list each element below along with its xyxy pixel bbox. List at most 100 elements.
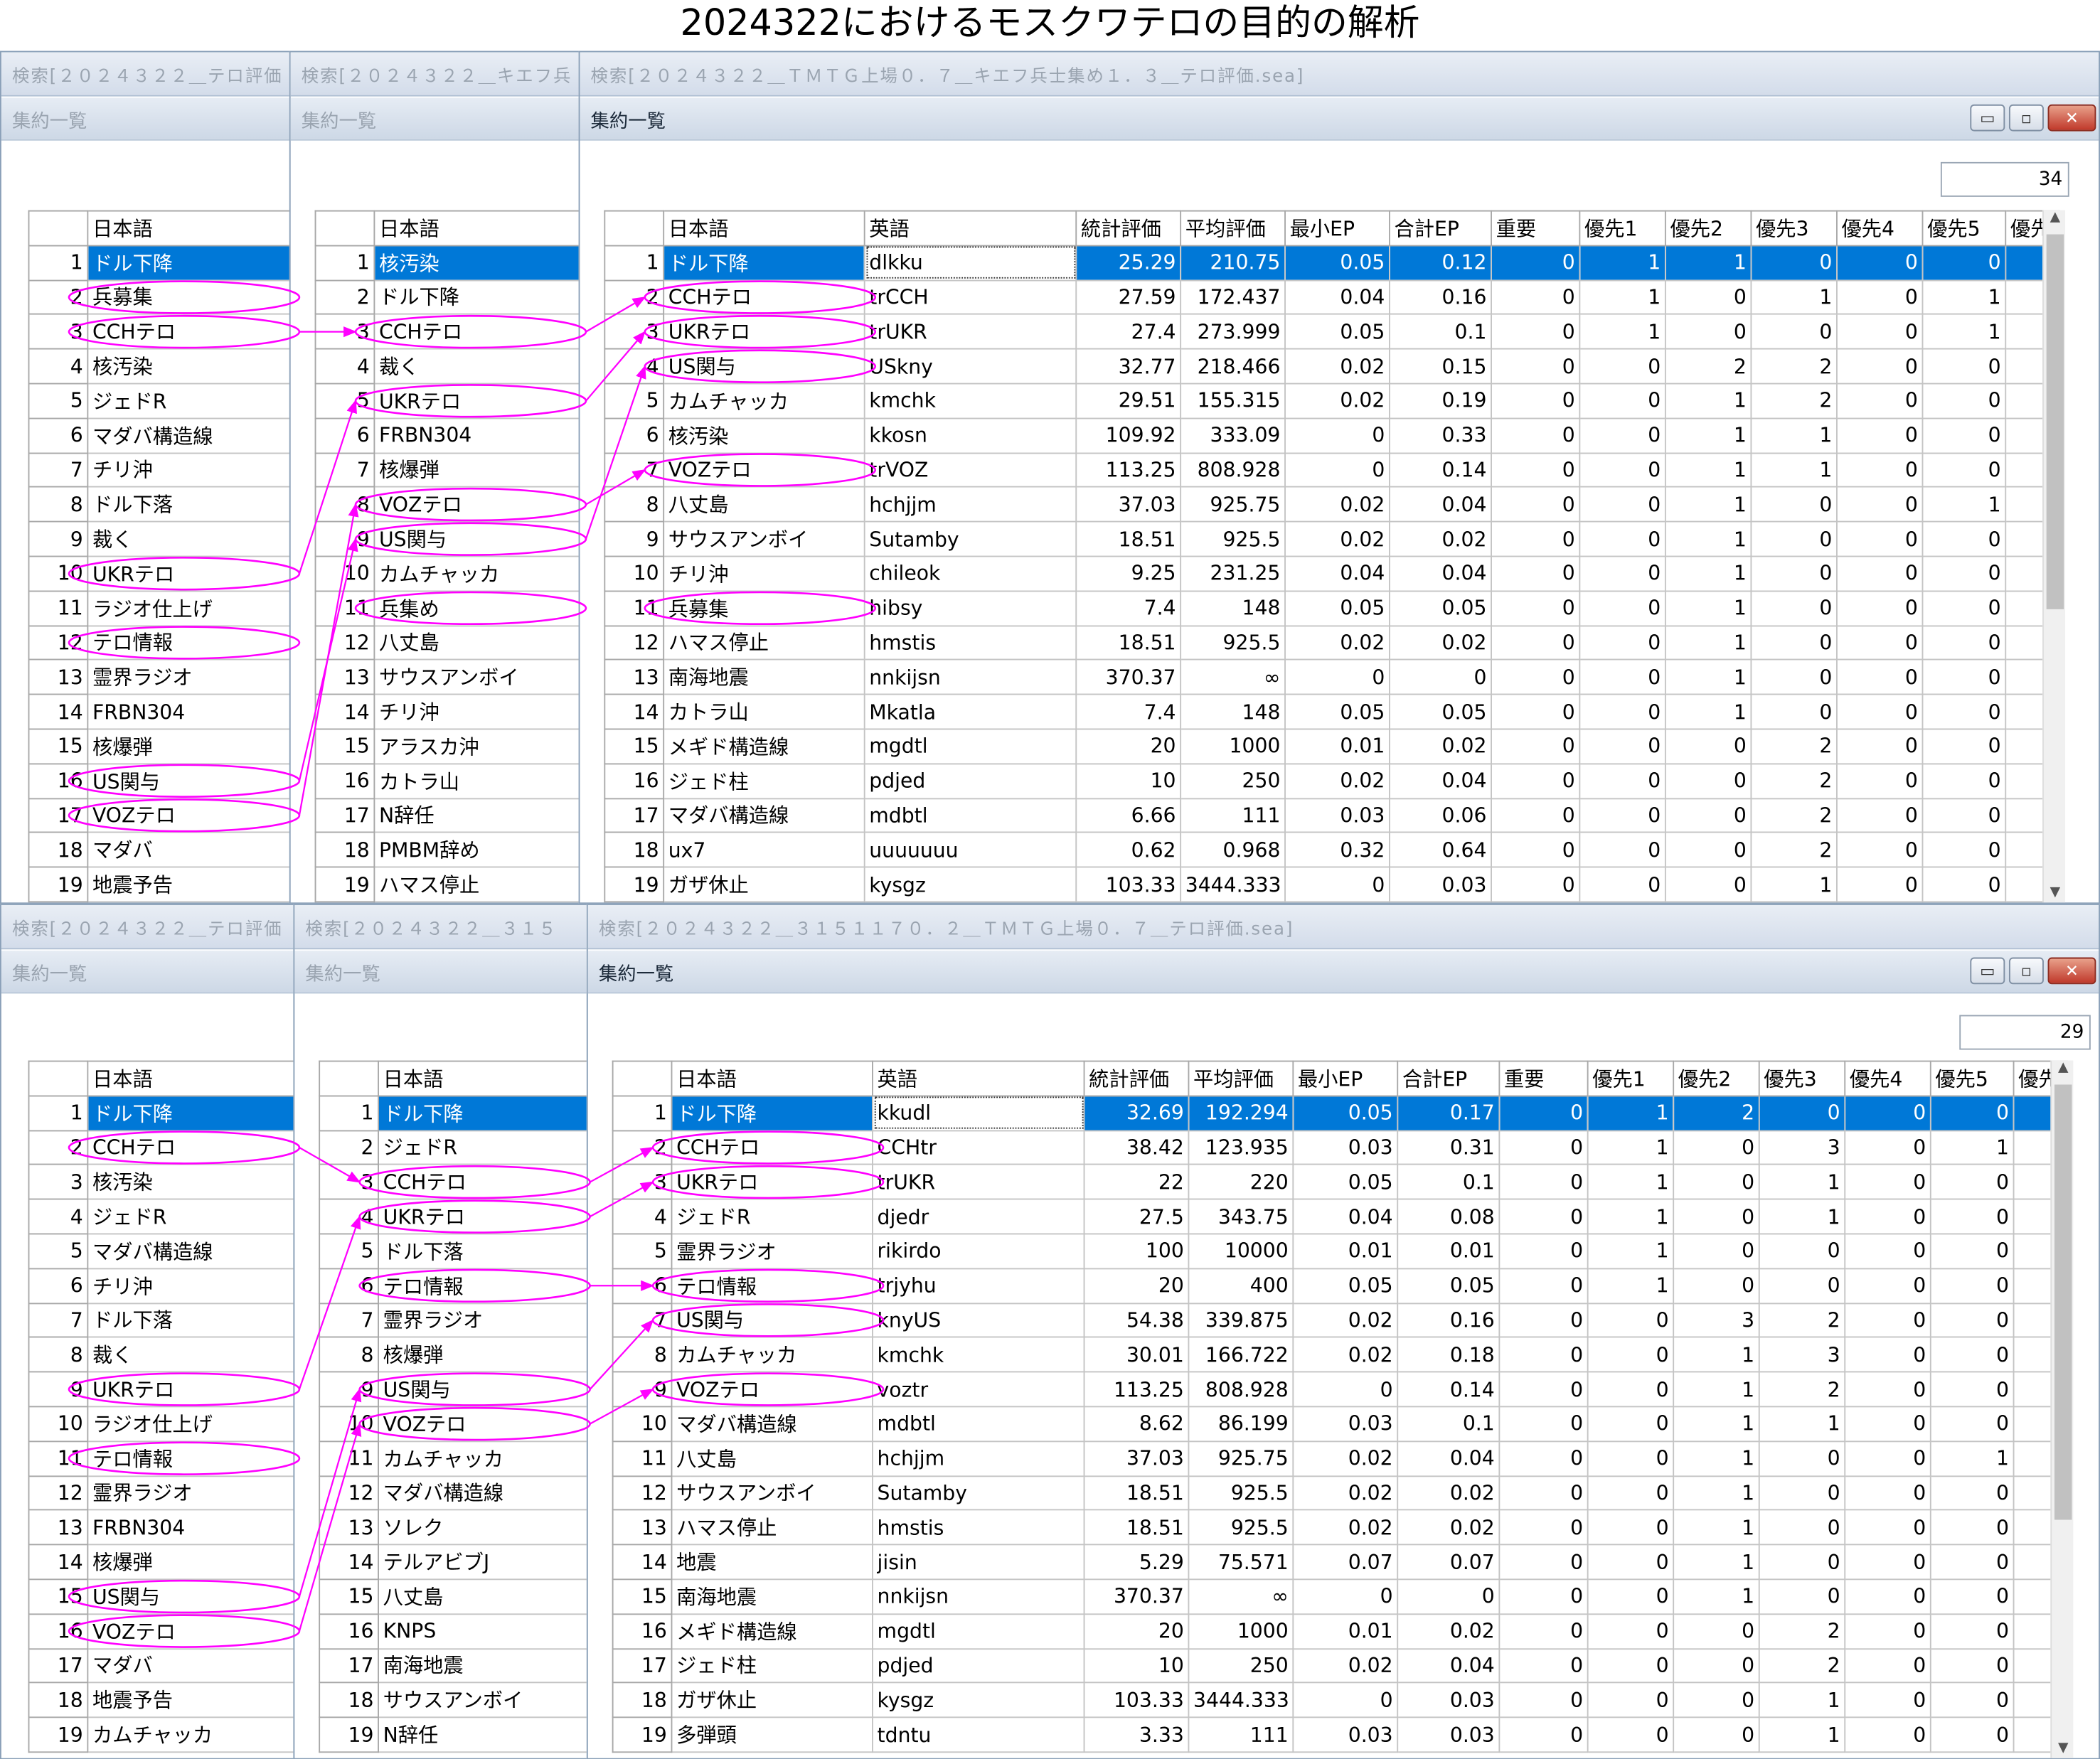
name-cell[interactable]: テルアビブJ [378, 1544, 587, 1581]
value-cell[interactable]: 0 [1758, 1578, 1846, 1615]
english-cell[interactable]: hmstis [863, 624, 1077, 661]
value-cell[interactable]: 1 [1664, 486, 1752, 523]
value-cell[interactable]: 0 [1844, 1544, 1931, 1581]
english-cell[interactable]: trUKR [872, 1164, 1085, 1200]
value-cell[interactable]: 0 [1498, 1337, 1589, 1373]
name-cell[interactable]: 核汚染 [87, 348, 291, 385]
value-cell[interactable]: 0 [1579, 417, 1666, 454]
name-cell[interactable]: VOZテロ [87, 1613, 294, 1650]
value-cell[interactable]: 0 [1922, 383, 2007, 419]
value-cell[interactable]: 0 [1922, 348, 2007, 385]
value-cell[interactable]: 0 [1844, 1129, 1931, 1166]
english-cell[interactable]: mdbtl [863, 797, 1077, 834]
vertical-scrollbar[interactable]: ▲ ▼ [2042, 210, 2066, 903]
name-cell[interactable]: ハマス停止 [671, 1509, 873, 1546]
table-row[interactable]: 15 アラスカ沖 [314, 728, 580, 764]
table-row[interactable]: 1 核汚染 [314, 245, 580, 281]
name-cell[interactable]: テロ情報 [378, 1268, 587, 1304]
value-cell[interactable]: 0.01 [1292, 1613, 1399, 1650]
value-cell[interactable]: 0 [1922, 659, 2007, 695]
value-cell[interactable]: 0 [1929, 1578, 2015, 1615]
value-cell[interactable]: 218.466 [1180, 348, 1286, 385]
value-cell[interactable]: 0.16 [1397, 1302, 1501, 1339]
name-cell[interactable]: ドル下降 [87, 245, 291, 281]
value-cell[interactable]: 20 [1083, 1268, 1190, 1304]
value-cell[interactable]: 0.02 [1388, 728, 1492, 764]
value-cell[interactable]: 808.928 [1180, 451, 1286, 488]
value-cell[interactable]: 0 [1587, 1647, 1675, 1684]
value-cell[interactable]: 0 [1836, 763, 1924, 799]
value-cell[interactable]: 0 [1922, 451, 2007, 488]
value-cell[interactable]: 0.05 [1284, 693, 1390, 730]
value-cell[interactable]: 18.51 [1075, 520, 1182, 557]
name-cell[interactable]: VOZテロ [671, 1371, 873, 1408]
value-cell[interactable]: 1 [1750, 866, 1838, 903]
name-cell[interactable]: テロ情報 [671, 1268, 873, 1304]
column-header[interactable]: 日本語 [663, 210, 865, 247]
value-cell[interactable]: 0 [1844, 1164, 1931, 1200]
table-row[interactable]: 10 チリ沖 chileok 9.25 231.25 0.04 0.04 0 0 1 0 0 0 [604, 555, 2060, 592]
value-cell[interactable]: 3 [1758, 1337, 1846, 1373]
value-cell[interactable]: 0.02 [1388, 624, 1492, 661]
value-cell[interactable]: 0 [1284, 451, 1390, 488]
value-cell[interactable]: 100 [1083, 1233, 1190, 1269]
value-cell[interactable]: 1 [1758, 1716, 1846, 1753]
value-cell[interactable]: 3444.333 [1188, 1682, 1294, 1718]
name-cell[interactable]: ラジオ仕上げ [87, 590, 291, 626]
table-row[interactable]: 13 ハマス停止 hmstis 18.51 925.5 0.02 0.02 0 0 1 0 0 0 [612, 1509, 2068, 1546]
value-cell[interactable]: 2 [1758, 1371, 1846, 1408]
value-cell[interactable]: 0 [1292, 1682, 1399, 1718]
value-cell[interactable]: 925.5 [1180, 520, 1286, 557]
english-cell[interactable]: kkosn [863, 417, 1077, 454]
table-row[interactable]: 16 KNPS [319, 1613, 587, 1650]
value-cell[interactable]: 0 [1491, 383, 1581, 419]
name-cell[interactable]: 兵募集 [663, 590, 865, 626]
english-cell[interactable]: hchjjm [863, 486, 1077, 523]
value-cell[interactable]: 370.37 [1083, 1578, 1190, 1615]
column-header[interactable]: 統計評価 [1075, 210, 1182, 247]
table-row[interactable]: 1 ドル下降 kkudl 32.69 192.294 0.05 0.17 0 1 2 0 0 0 [612, 1095, 2068, 1131]
name-cell[interactable]: UKRテロ [373, 383, 580, 419]
table-row[interactable]: 7 ドル下落 [28, 1302, 294, 1339]
value-cell[interactable]: 0 [1587, 1544, 1675, 1581]
table-row[interactable]: 12 マダバ構造線 [319, 1475, 587, 1512]
name-cell[interactable]: FRBN304 [87, 1509, 294, 1546]
name-cell[interactable]: サウスアンボイ [671, 1475, 873, 1512]
value-cell[interactable]: 0 [1750, 520, 1838, 557]
value-cell[interactable]: 0 [1836, 279, 1924, 316]
english-cell[interactable]: CCHtr [872, 1129, 1085, 1166]
value-cell[interactable]: 0.07 [1292, 1544, 1399, 1581]
value-cell[interactable]: 0.01 [1284, 728, 1390, 764]
table-row[interactable]: 5 カムチャッカ kmchk 29.51 155.315 0.02 0.19 0 0 1 2 0 0 [604, 383, 2060, 419]
value-cell[interactable]: 0.01 [1397, 1233, 1501, 1269]
value-cell[interactable]: 0 [1491, 866, 1581, 903]
table-row[interactable]: 13 FRBN304 [28, 1509, 294, 1546]
value-cell[interactable]: 0 [1498, 1475, 1589, 1512]
name-cell[interactable]: カムチャッカ [373, 555, 580, 592]
name-cell[interactable]: 核爆弾 [87, 728, 291, 764]
value-cell[interactable]: 0.14 [1388, 451, 1492, 488]
english-cell[interactable]: hibsy [863, 590, 1077, 626]
value-cell[interactable]: 0 [1844, 1198, 1931, 1235]
value-cell[interactable]: ∞ [1188, 1578, 1294, 1615]
value-cell[interactable]: 0.18 [1397, 1337, 1501, 1373]
value-cell[interactable]: 103.33 [1083, 1682, 1190, 1718]
value-cell[interactable]: 0 [1758, 1544, 1846, 1581]
value-cell[interactable]: 18.51 [1075, 624, 1182, 661]
value-cell[interactable]: 1 [1587, 1095, 1675, 1131]
table-row[interactable]: 1 ドル下降 dlkku 25.29 210.75 0.05 0.12 0 1 1 0 0 0 [604, 245, 2060, 281]
name-cell[interactable]: US関与 [87, 763, 291, 799]
value-cell[interactable]: 113.25 [1075, 451, 1182, 488]
name-cell[interactable]: 核爆弾 [378, 1337, 587, 1373]
table-row[interactable]: 19 カムチャッカ [28, 1716, 294, 1753]
value-cell[interactable]: 1 [1587, 1268, 1675, 1304]
value-cell[interactable]: 0 [1673, 1129, 1760, 1166]
value-cell[interactable]: 9.25 [1075, 555, 1182, 592]
value-cell[interactable]: 0 [1836, 314, 1924, 350]
value-cell[interactable]: 343.75 [1188, 1198, 1294, 1235]
value-cell[interactable]: 808.928 [1188, 1371, 1294, 1408]
value-cell[interactable]: 10000 [1188, 1233, 1294, 1269]
value-cell[interactable]: 0.02 [1292, 1337, 1399, 1373]
table-row[interactable]: 6 FRBN304 [314, 417, 580, 454]
value-cell[interactable]: 0 [1587, 1578, 1675, 1615]
